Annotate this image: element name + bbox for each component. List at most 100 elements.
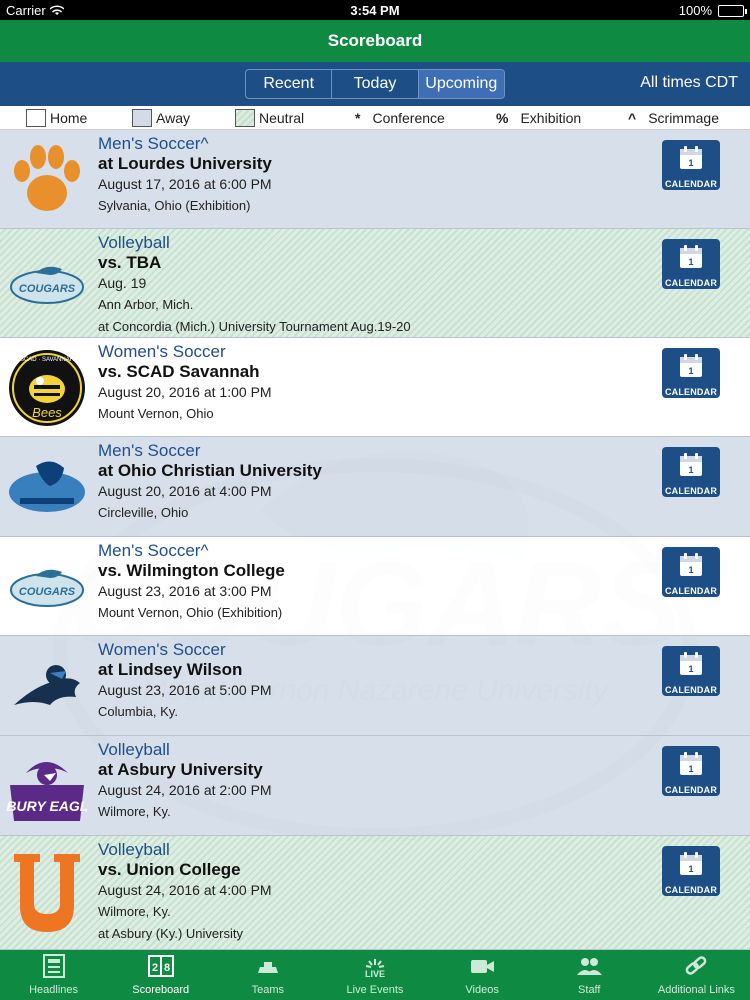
event-note: at Concordia (Mich.) University Tourname… xyxy=(98,319,411,334)
calendar-button-label: CALENDAR xyxy=(664,278,718,288)
segment-upcoming[interactable]: Upcoming xyxy=(418,70,504,98)
event-details: Volleyball vs. TBA Aug. 19 Ann Arbor, Mich.… xyxy=(98,233,648,338)
event-note: at Asbury (Ky.) University xyxy=(98,926,243,941)
event-details: Men's Soccer at Ohio Christian University… xyxy=(98,441,648,524)
legend-scrimmage-label: Scrimmage xyxy=(648,110,719,126)
scrimmage-symbol: ^ xyxy=(628,110,637,126)
link-icon xyxy=(682,953,710,984)
status-time: 3:54 PM xyxy=(350,3,400,18)
add-to-calendar-button[interactable]: 1 CALENDAR xyxy=(662,447,720,497)
tab-label: Live Events xyxy=(346,984,404,996)
event-sport[interactable]: Women's Soccer xyxy=(98,640,648,660)
svg-text:Bees: Bees xyxy=(32,405,62,420)
tab-label: Additional Links xyxy=(657,984,735,996)
event-row[interactable]: Volleyball vs. Union College August 24, 20… xyxy=(0,836,750,950)
tab-videos[interactable]: Videos xyxy=(429,950,536,1000)
legend-conference-label: Conference xyxy=(372,110,445,126)
scoreboard-icon: 28 xyxy=(147,953,175,984)
event-sport[interactable]: Volleyball xyxy=(98,233,648,253)
event-row[interactable]: ASBURY EAGLES Volleyballat Asbury Univers… xyxy=(0,736,750,836)
tab-teams[interactable]: Teams xyxy=(214,950,321,1000)
legend-exhibition-label: Exhibition xyxy=(520,110,582,126)
svg-text:1: 1 xyxy=(688,158,693,168)
battery-icon xyxy=(718,4,747,17)
add-to-calendar-button[interactable]: 1 CALENDAR xyxy=(662,140,720,190)
event-details: Men's Soccer^ vs. Wilmington College Augus… xyxy=(98,541,648,624)
event-sport[interactable]: Volleyball xyxy=(98,840,648,860)
tab-scoreboard[interactable]: 2 8 Scoreboard xyxy=(107,950,214,1000)
status-bar: Carrier 3:54 PM 100% xyxy=(0,0,750,20)
event-opponent: at Asbury University xyxy=(98,760,263,779)
add-to-calendar-button[interactable]: 1 CALENDAR xyxy=(662,746,720,796)
event-row[interactable]: Men's Soccer^ at Lourdes University August… xyxy=(0,130,750,229)
event-opponent: vs. Wilmington College xyxy=(98,561,285,580)
event-sport[interactable]: Women's Soccer xyxy=(98,342,648,362)
event-row[interactable]: COUGARS Men's Soccer^ vs. Wilmington Colle… xyxy=(0,537,750,636)
add-to-calendar-button[interactable]: 1 CALENDAR xyxy=(662,239,720,289)
svg-text:ASBURY EAGLES: ASBURY EAGLES xyxy=(6,798,88,814)
svg-text:8: 8 xyxy=(164,962,170,974)
event-opponent: vs. SCAD Savannah xyxy=(98,362,260,381)
add-to-calendar-button[interactable]: 1 CALENDAR xyxy=(662,547,720,597)
tab-live-events[interactable]: LIVE Live Events xyxy=(321,950,428,1000)
page-title: Scoreboard xyxy=(327,31,423,50)
calendar-icon: 1 xyxy=(677,352,705,385)
teams-icon xyxy=(254,953,282,984)
segment-recent[interactable]: Recent xyxy=(246,70,333,98)
tab-label: Headlines xyxy=(29,984,79,996)
event-row[interactable]: Bees SCAD · SAVANNAH Women's Soccer vs. SC… xyxy=(0,338,750,437)
svg-text:2: 2 xyxy=(152,962,158,974)
calendar-button-label: CALENDAR xyxy=(664,885,718,895)
svg-text:1: 1 xyxy=(688,565,693,575)
event-list[interactable]: COUGARS Mount Vernon Nazarene University… xyxy=(0,130,750,950)
add-to-calendar-button[interactable]: 1 CALENDAR xyxy=(662,646,720,696)
event-sport[interactable]: Men's Soccer^ xyxy=(98,541,648,561)
svg-text:1: 1 xyxy=(688,864,693,874)
event-row[interactable]: Men's Soccer at Ohio Christian University… xyxy=(0,437,750,537)
conference-symbol: * xyxy=(355,110,361,126)
event-location: Columbia, Ky. xyxy=(98,704,178,719)
event-sport[interactable]: Volleyball xyxy=(98,740,648,760)
event-date: August 20, 2016 at 4:00 PM xyxy=(98,483,272,499)
calendar-icon: 1 xyxy=(677,750,705,783)
event-opponent: vs. TBA xyxy=(98,253,162,272)
tab-label: Teams xyxy=(251,984,285,996)
cougars-logo: COUGARS xyxy=(6,243,88,325)
event-date: August 17, 2016 at 6:00 PM xyxy=(98,176,272,192)
legend-away-label: Away xyxy=(156,110,190,126)
event-date: August 20, 2016 at 1:00 PM xyxy=(98,384,272,400)
tab-staff[interactable]: Staff xyxy=(536,950,643,1000)
add-to-calendar-button[interactable]: 1 CALENDAR xyxy=(662,348,720,398)
tab-additional-links[interactable]: Additional Links xyxy=(643,950,750,1000)
legend-exhibition: % Exhibition xyxy=(496,108,581,128)
live-icon: LIVE xyxy=(361,953,389,984)
event-location: Ann Arbor, Mich. xyxy=(98,297,194,312)
segmented-control: Recent Today Upcoming xyxy=(245,69,505,99)
tab-label: Scoreboard xyxy=(132,984,190,996)
segment-today[interactable]: Today xyxy=(332,70,419,98)
calendar-button-label: CALENDAR xyxy=(664,486,718,496)
scad-bee-logo: Bees SCAD · SAVANNAH xyxy=(6,347,88,429)
trailblazers-logo xyxy=(6,446,88,528)
svg-text:1: 1 xyxy=(688,465,693,475)
away-swatch xyxy=(132,109,152,127)
event-location: Wilmore, Ky. xyxy=(98,804,171,819)
event-date: August 24, 2016 at 4:00 PM xyxy=(98,882,272,898)
staff-icon xyxy=(575,953,603,984)
event-sport[interactable]: Men's Soccer^ xyxy=(98,134,648,154)
event-date: August 23, 2016 at 3:00 PM xyxy=(98,583,272,599)
add-to-calendar-button[interactable]: 1 CALENDAR xyxy=(662,846,720,896)
event-row[interactable]: Women's Soccer at Lindsey Wilson August 23… xyxy=(0,636,750,736)
calendar-button-label: CALENDAR xyxy=(664,387,718,397)
svg-text:LIVE: LIVE xyxy=(365,969,385,979)
event-sport[interactable]: Men's Soccer xyxy=(98,441,648,461)
legend-home-label: Home xyxy=(50,110,88,126)
tab-headlines[interactable]: Headlines xyxy=(0,950,107,1000)
event-row[interactable]: COUGARS Volleyball vs. TBA Aug. 19 Ann Arbor… xyxy=(0,229,750,338)
video-icon xyxy=(468,953,496,984)
legend-scrimmage: ^ Scrimmage xyxy=(628,108,719,128)
legend-away: Away xyxy=(132,108,190,128)
svg-text:1: 1 xyxy=(688,257,693,267)
legend-conference: * Conference xyxy=(355,108,445,128)
calendar-icon: 1 xyxy=(677,551,705,584)
